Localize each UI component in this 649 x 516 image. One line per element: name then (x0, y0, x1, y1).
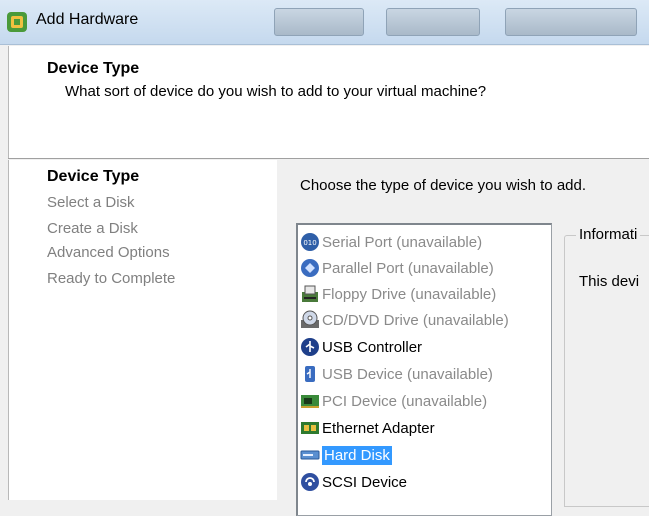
list-item-label: Ethernet Adapter (322, 419, 435, 437)
scsi-device-icon (301, 473, 319, 491)
cd-dvd-drive-icon (301, 310, 319, 328)
wizard-main: Choose the type of device you wish to ad… (277, 160, 649, 516)
titlebar-button[interactable] (386, 8, 480, 36)
ethernet-adapter-icon (301, 422, 319, 434)
list-item-floppy-drive[interactable]: Floppy Drive (unavailable) (300, 282, 496, 306)
list-item-label: SCSI Device (322, 473, 408, 491)
floppy-drive-icon (302, 285, 318, 302)
wizard-header: Device Type What sort of device do you w… (8, 46, 649, 158)
wizard-steps-panel: Device Type Select a Disk Create a Disk … (8, 160, 278, 500)
step-ready-to-complete[interactable]: Ready to Complete (47, 270, 175, 287)
titlebar-button[interactable] (274, 8, 364, 36)
step-device-type[interactable]: Device Type (47, 168, 139, 186)
usb-controller-icon (301, 338, 319, 356)
list-item-hard-disk[interactable]: Hard Disk (300, 443, 392, 467)
list-item-label: Floppy Drive (unavailable) (322, 285, 497, 303)
serial-port-icon: 010 (301, 233, 319, 251)
instruction-text: Choose the type of device you wish to ad… (300, 177, 587, 194)
information-group-label: Informati (576, 226, 641, 243)
titlebar-button[interactable] (505, 8, 637, 36)
list-item-usb-device[interactable]: USB Device (unavailable) (300, 362, 493, 386)
list-item-usb-controller[interactable]: USB Controller (300, 335, 422, 359)
list-item-label: Parallel Port (unavailable) (322, 259, 494, 277)
list-item-label: Serial Port (unavailable) (322, 233, 483, 251)
window-title-bar[interactable]: Add Hardware (0, 0, 649, 45)
list-item-pci-device[interactable]: PCI Device (unavailable) (300, 389, 487, 413)
svg-text:010: 010 (303, 239, 316, 247)
list-item-label: USB Controller (322, 338, 423, 356)
list-item-label: Hard Disk (322, 445, 392, 465)
hard-disk-icon (300, 450, 320, 460)
list-item-label: USB Device (unavailable) (322, 365, 493, 383)
list-item-scsi-device[interactable]: SCSI Device (300, 470, 407, 494)
step-create-disk[interactable]: Create a Disk (47, 220, 138, 237)
usb-device-icon (305, 366, 315, 382)
list-item-ethernet-adapter[interactable]: Ethernet Adapter (300, 416, 435, 440)
list-item-label: PCI Device (unavailable) (322, 392, 488, 410)
vm-hardware-icon (7, 12, 27, 32)
page-subtitle: What sort of device do you wish to add t… (65, 83, 487, 100)
pci-device-icon (301, 395, 319, 408)
step-advanced-options[interactable]: Advanced Options (47, 244, 170, 261)
list-item-label: CD/DVD Drive (unavailable) (322, 311, 509, 329)
list-item-cd-dvd-drive[interactable]: CD/DVD Drive (unavailable) (300, 308, 509, 332)
information-groupbox: Informati This devi (564, 226, 649, 507)
window-title: Add Hardware (36, 11, 139, 28)
device-type-list[interactable]: 010 Serial Port (unavailable) Parallel P… (296, 223, 552, 516)
list-item-serial-port[interactable]: 010 Serial Port (unavailable) (300, 230, 482, 254)
information-text: This devi (579, 273, 640, 290)
page-title: Device Type (47, 60, 140, 77)
step-select-disk[interactable]: Select a Disk (47, 194, 135, 211)
header-divider (8, 158, 649, 159)
parallel-port-icon (301, 259, 319, 277)
list-item-parallel-port[interactable]: Parallel Port (unavailable) (300, 256, 494, 280)
